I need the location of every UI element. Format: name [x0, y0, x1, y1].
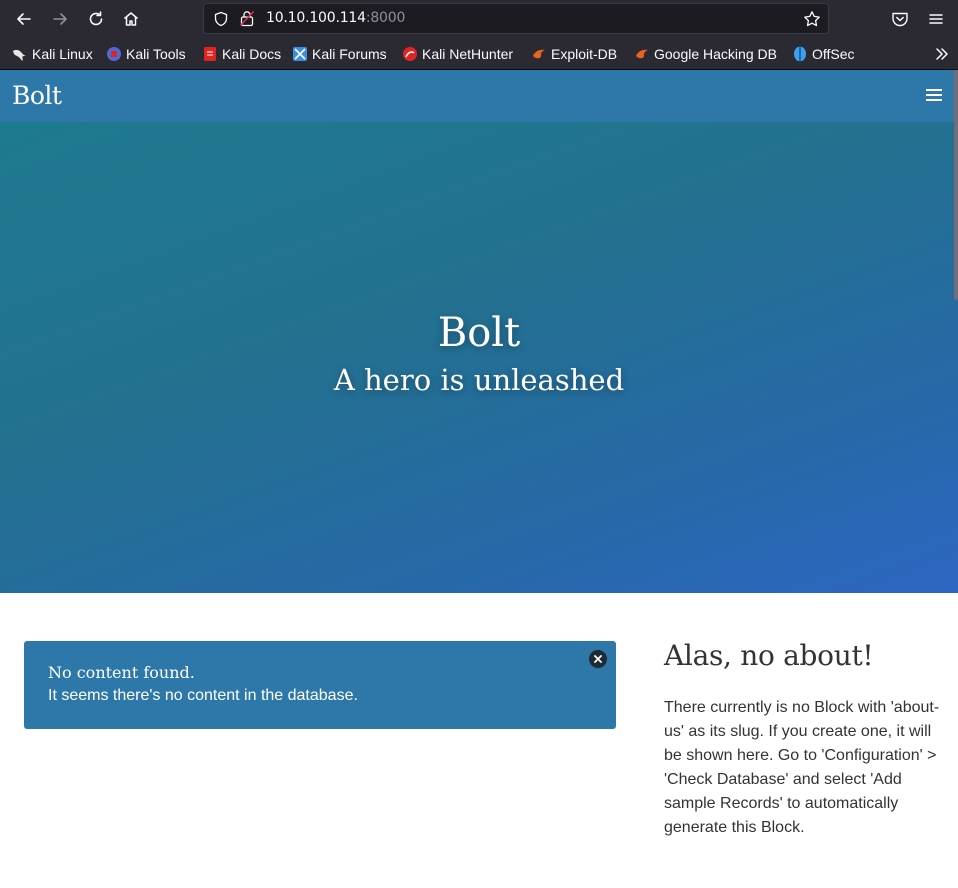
bookmark-label: Exploit-DB	[551, 46, 618, 62]
browser-toolbar: 10.10.100.114:8000	[0, 0, 958, 38]
exploit-db-icon	[533, 49, 545, 59]
kali-dragon-icon	[13, 49, 26, 61]
bookmark-label: Google Hacking DB	[654, 46, 777, 62]
bookmark-label: Kali NetHunter	[422, 46, 514, 62]
kali-forums-icon	[293, 47, 307, 61]
shield-icon[interactable]	[213, 11, 229, 27]
bookmarks-toolbar: Kali Linux Kali Tools Kali Docs Kali For…	[0, 38, 958, 70]
pocket-icon[interactable]	[890, 9, 910, 29]
kali-nethunter-icon	[403, 47, 417, 61]
reload-icon	[89, 11, 103, 26]
back-button[interactable]	[10, 5, 38, 33]
home-button[interactable]	[117, 5, 145, 33]
bookmark-kali-docs[interactable]: Kali Docs	[202, 45, 281, 63]
bookmark-label: Kali Linux	[32, 46, 93, 62]
forward-button[interactable]	[46, 5, 74, 33]
bookmark-offsec[interactable]: OffSec	[792, 45, 855, 63]
bookmark-exploit-db[interactable]: Exploit-DB	[531, 45, 617, 63]
back-arrow-icon	[17, 13, 31, 25]
kali-docs-icon	[204, 47, 216, 61]
bookmark-label: Kali Forums	[312, 46, 387, 62]
bookmark-star-icon[interactable]	[803, 10, 821, 28]
site-navbar: Bolt	[0, 70, 958, 122]
url-host: 10.10.100.114	[266, 10, 366, 26]
bookmark-google-hacking-db[interactable]: Google Hacking DB	[634, 45, 777, 63]
url-text[interactable]: 10.10.100.114:8000	[266, 10, 405, 26]
site-brand-link[interactable]: Bolt	[12, 81, 62, 110]
bookmark-label: Kali Tools	[126, 46, 186, 62]
bookmark-label: Kali Docs	[222, 46, 282, 62]
offsec-icon	[794, 46, 806, 62]
google-hacking-db-icon	[636, 49, 648, 59]
url-port: :8000	[365, 10, 406, 26]
kali-tools-icon	[107, 47, 121, 61]
hero-title: Bolt	[437, 310, 521, 356]
alert-title: No content found.	[48, 663, 195, 682]
alert-close-button[interactable]	[589, 650, 607, 668]
reload-button[interactable]	[82, 5, 110, 33]
bookmark-kali-forums[interactable]: Kali Forums	[292, 45, 387, 63]
about-text: There currently is no Block with 'about-…	[664, 699, 940, 836]
home-icon	[124, 12, 138, 26]
about-heading: Alas, no about!	[664, 639, 874, 672]
bookmark-kali-nethunter[interactable]: Kali NetHunter	[402, 45, 513, 63]
bookmarks-overflow-chevron-icon[interactable]	[934, 46, 950, 62]
no-content-alert: No content found. It seems there's no co…	[24, 641, 616, 729]
hero-subtitle: A hero is unleashed	[333, 363, 625, 397]
bookmark-kali-tools[interactable]: Kali Tools	[106, 45, 186, 63]
address-bar[interactable]: 10.10.100.114:8000	[203, 3, 829, 34]
page-scrollbar[interactable]	[954, 70, 958, 300]
alert-text: It seems there's no content in the datab…	[48, 687, 358, 704]
hero-banner: Bolt A hero is unleashed	[0, 122, 958, 593]
hamburger-menu-icon[interactable]	[926, 89, 942, 103]
close-icon	[594, 655, 602, 663]
app-menu-icon[interactable]	[926, 9, 946, 29]
bookmark-kali-linux[interactable]: Kali Linux	[12, 45, 93, 63]
insecure-lock-icon[interactable]	[239, 10, 255, 27]
forward-arrow-icon	[53, 13, 67, 25]
bookmark-label: OffSec	[812, 46, 855, 62]
